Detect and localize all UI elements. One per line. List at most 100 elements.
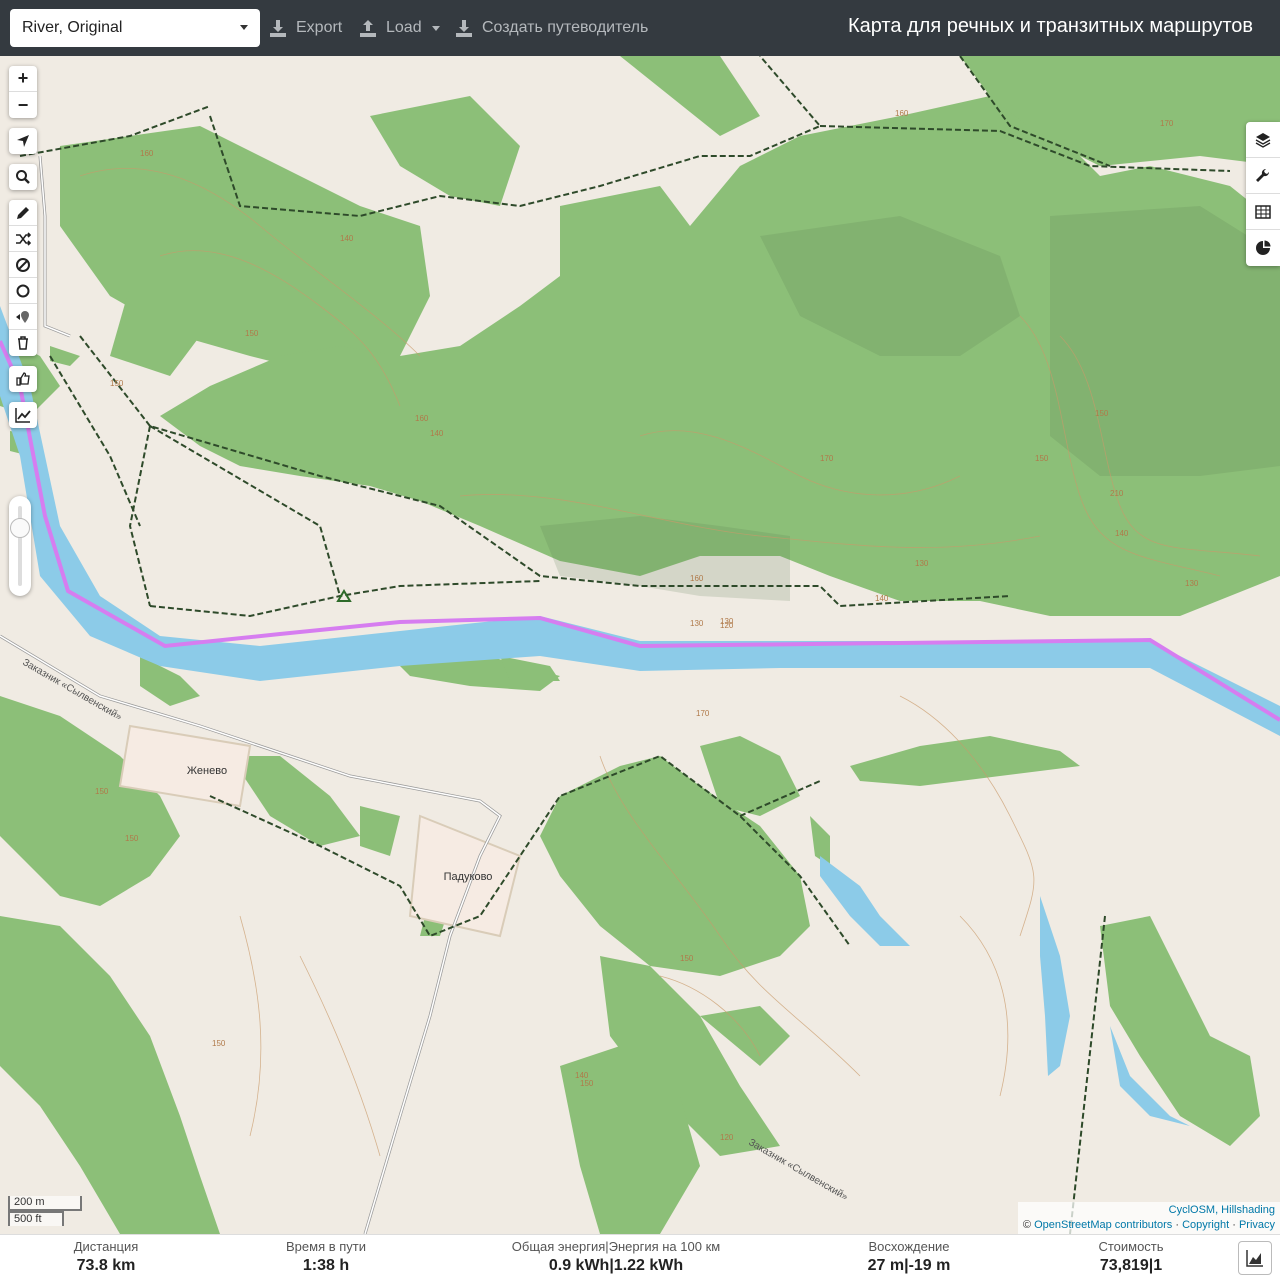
- svg-text:120: 120: [720, 621, 734, 630]
- scale-metric: 200 m: [8, 1196, 82, 1211]
- create-guide-label: Создать путеводитель: [482, 19, 649, 36]
- privacy-link[interactable]: Privacy: [1239, 1219, 1275, 1231]
- no-go-area-button[interactable]: [9, 252, 37, 278]
- locate-control: [9, 128, 37, 154]
- attribution-separator: ·: [1232, 1219, 1236, 1231]
- layer-attribution-link[interactable]: CyclOSM, Hillshading: [1169, 1204, 1275, 1216]
- pie-chart-icon: [1256, 240, 1271, 255]
- draw-route-button[interactable]: [9, 200, 37, 226]
- trash-icon: [18, 336, 28, 350]
- svg-text:130: 130: [690, 619, 704, 628]
- svg-text:150: 150: [580, 1079, 594, 1088]
- profile-select[interactable]: River, Original: [10, 9, 260, 47]
- no-entry-icon: [16, 257, 30, 272]
- place-label-padukovo: Падуково: [444, 871, 493, 883]
- reverse-route-button[interactable]: [9, 226, 37, 252]
- stat-distance-label: Дистанция: [73, 1239, 139, 1254]
- pencil-icon: [17, 206, 29, 219]
- svg-text:150: 150: [1095, 409, 1109, 418]
- svg-text:150: 150: [680, 954, 694, 963]
- area-chart-icon: [1246, 1250, 1263, 1267]
- attribution-separator: ·: [1175, 1219, 1179, 1231]
- toggle-elevation-chart-button[interactable]: [1238, 1241, 1272, 1275]
- top-navbar: River, Original Export Load Создать путе…: [0, 0, 1280, 56]
- attribution: CyclOSM, Hillshading © OpenStreetMap con…: [1017, 1202, 1280, 1234]
- search-control: [9, 164, 37, 190]
- zoom-in-button[interactable]: +: [9, 66, 37, 92]
- svg-text:130: 130: [915, 559, 929, 568]
- svg-text:160: 160: [690, 574, 704, 583]
- export-label: Export: [296, 19, 343, 36]
- svg-text:210: 210: [1110, 489, 1124, 498]
- chevron-down-icon: [240, 25, 248, 30]
- layers-button[interactable]: [1246, 122, 1280, 158]
- right-toolbar: [1246, 122, 1280, 266]
- route-stats-bar: Дистанция 73.8 km Время в пути 1:38 h Об…: [0, 1234, 1280, 1280]
- stat-time: Время в пути 1:38 h: [286, 1239, 366, 1275]
- map-view[interactable]: Женево Падуково Заказник «Сылвенский» За…: [0, 56, 1280, 1234]
- svg-text:150: 150: [110, 379, 124, 388]
- scale-imperial: 500 ft: [8, 1211, 64, 1226]
- delete-route-button[interactable]: [9, 330, 37, 356]
- shuffle-icon: [16, 231, 31, 246]
- feedback-button[interactable]: [9, 366, 37, 392]
- svg-text:150: 150: [95, 787, 109, 796]
- search-button[interactable]: [9, 164, 37, 190]
- slider-handle[interactable]: [10, 518, 30, 538]
- map-canvas[interactable]: Женево Падуково Заказник «Сылвенский» За…: [0, 56, 1280, 1234]
- create-guide-button[interactable]: Создать путеводитель: [454, 14, 648, 42]
- stat-energy-value: 0.9 kWh|1.22 kWh: [548, 1257, 684, 1274]
- data-table-button[interactable]: [1246, 194, 1280, 230]
- svg-text:150: 150: [125, 834, 139, 843]
- copyright-link[interactable]: Copyright: [1182, 1219, 1229, 1231]
- place-label-zhenevo: Женево: [187, 765, 227, 777]
- thumb-icon: [16, 372, 30, 386]
- stat-cost: Стоимость 73,819|1: [1098, 1239, 1163, 1275]
- stat-ascent-value: 27 m|-19 m: [867, 1257, 951, 1274]
- app-root: River, Original Export Load Создать путе…: [0, 0, 1280, 1280]
- locate-icon: [17, 135, 29, 147]
- chart-icon: [15, 408, 31, 423]
- stat-energy: Общая энергия|Энергия на 100 км 0.9 kWh|…: [512, 1239, 720, 1275]
- draw-toolbar: [9, 200, 37, 356]
- svg-text:160: 160: [895, 109, 909, 118]
- load-button[interactable]: Load: [358, 14, 440, 42]
- svg-text:150: 150: [245, 329, 259, 338]
- stat-ascent-label: Восхождение: [868, 1239, 950, 1254]
- download-icon: [270, 20, 286, 37]
- svg-text:120: 120: [720, 1133, 734, 1142]
- pin-icon: [16, 310, 29, 323]
- svg-text:130: 130: [1185, 579, 1199, 588]
- osm-contributors-link[interactable]: OpenStreetMap contributors: [1034, 1219, 1172, 1231]
- stat-ascent: Восхождение 27 m|-19 m: [868, 1239, 951, 1275]
- download-icon: [456, 20, 472, 37]
- search-icon: [16, 170, 30, 184]
- stat-cost-label: Стоимость: [1098, 1239, 1164, 1254]
- tip-control: [9, 366, 37, 392]
- analysis-button[interactable]: [1246, 230, 1280, 266]
- locate-button[interactable]: [9, 128, 37, 154]
- svg-text:140: 140: [430, 429, 444, 438]
- circle-button[interactable]: [9, 278, 37, 304]
- copyright-symbol: ©: [1022, 1219, 1032, 1231]
- svg-text:170: 170: [820, 454, 834, 463]
- poi-button[interactable]: [9, 304, 37, 330]
- elevation-control: [9, 402, 37, 428]
- settings-button[interactable]: [1246, 158, 1280, 194]
- svg-text:150: 150: [212, 1039, 226, 1048]
- profile-select-value: River, Original: [22, 19, 123, 36]
- opacity-slider[interactable]: [9, 496, 31, 596]
- scale-bar: 200 m 500 ft: [8, 1196, 82, 1226]
- svg-text:160: 160: [415, 414, 429, 423]
- zoom-out-button[interactable]: −: [9, 92, 37, 118]
- chevron-down-icon: [431, 25, 440, 31]
- zoom-control: + −: [9, 66, 37, 118]
- elevation-profile-button[interactable]: [9, 402, 37, 428]
- stat-distance-value: 73.8 km: [76, 1257, 136, 1274]
- svg-text:150: 150: [1035, 454, 1049, 463]
- export-button[interactable]: Export: [268, 14, 342, 42]
- circle-icon: [16, 284, 30, 297]
- svg-text:170: 170: [696, 709, 710, 718]
- app-title: Карта для речных и транзитных маршрутов: [847, 15, 1253, 37]
- svg-text:140: 140: [340, 234, 354, 243]
